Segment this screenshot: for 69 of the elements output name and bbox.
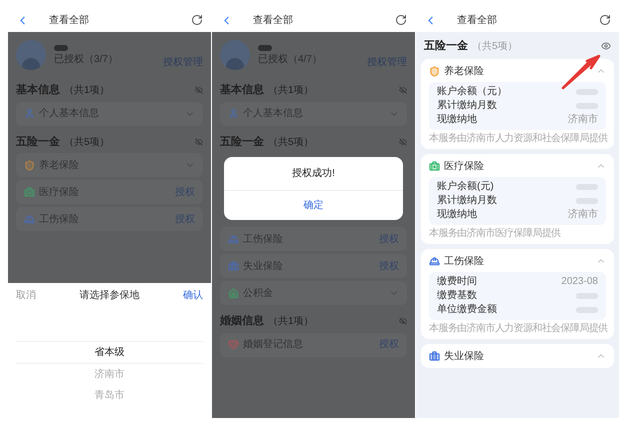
picker-option[interactable]: 省本级 <box>16 341 203 364</box>
eye-icon[interactable] <box>601 41 611 52</box>
redacted-name <box>54 45 68 51</box>
picker-option[interactable]: 济南市 <box>16 364 203 385</box>
helmet-icon <box>429 256 440 266</box>
briefcase-icon <box>228 260 239 272</box>
avatar <box>16 40 46 70</box>
field-label: 缴费基数 <box>437 288 477 303</box>
section-title: 基本信息 <box>220 82 264 98</box>
picker-option[interactable]: 青岛市 <box>16 385 203 406</box>
field-value: 2023-08 <box>561 275 598 289</box>
field-label: 现缴纳地 <box>437 208 477 222</box>
service-note: 本服务由济南市人力资源和社会保障局提供 <box>429 322 606 334</box>
service-note: 本服务由济南市医疗保障局提供 <box>429 228 562 240</box>
refresh-icon[interactable] <box>395 14 407 26</box>
person-icon <box>228 108 239 119</box>
shield-icon <box>24 160 35 170</box>
page-title: 查看全部 <box>253 14 293 28</box>
briefcase-icon <box>429 350 440 362</box>
hidden-eye-icon[interactable] <box>195 138 203 146</box>
section-title: 五险一金 <box>424 38 468 54</box>
field-label: 累计缴纳月数 <box>437 98 497 113</box>
card-title: 失业保险 <box>444 350 484 364</box>
field-label: 账户余额（元） <box>437 84 507 99</box>
field-value: 济南市 <box>568 112 598 127</box>
refresh-icon[interactable] <box>599 14 611 26</box>
confirm-button[interactable]: 确定 <box>224 191 403 220</box>
section-count: （共1项） <box>268 314 314 329</box>
section-title: 婚姻信息 <box>220 314 264 329</box>
cancel-button[interactable]: 取消 <box>16 288 36 302</box>
person-icon <box>24 108 35 119</box>
sheet-title: 请选择参保地 <box>80 288 140 302</box>
section-count: （共5项） <box>472 40 518 54</box>
section-title: 五险一金 <box>16 134 60 150</box>
helmet-icon <box>228 234 239 244</box>
medical-kit-icon <box>24 186 35 198</box>
hidden-eye-icon[interactable] <box>195 86 203 94</box>
page-title: 查看全部 <box>49 14 89 28</box>
field-value: 济南市 <box>568 208 598 222</box>
dialog-message: 授权成功! <box>292 166 335 181</box>
avatar <box>220 40 250 70</box>
helmet-icon <box>24 214 35 224</box>
card-title: 工伤保险 <box>444 254 484 268</box>
service-note: 本服务由济南市人力资源和社会保障局提供 <box>429 132 606 144</box>
section-count: （共5项） <box>64 136 110 150</box>
section-count: （共5项） <box>268 136 314 150</box>
card-title: 医疗保险 <box>444 160 484 174</box>
field-label: 现缴纳地 <box>437 112 477 127</box>
hidden-eye-icon[interactable] <box>399 317 407 326</box>
arrow-annotation <box>561 52 603 90</box>
section-title: 基本信息 <box>16 82 60 98</box>
section-count: （共1项） <box>268 84 314 98</box>
section-count: （共1项） <box>64 84 110 98</box>
page-title: 查看全部 <box>457 14 497 28</box>
section-title: 五险一金 <box>220 134 264 150</box>
card-title: 养老保险 <box>444 64 484 78</box>
field-label: 单位缴费金额 <box>437 302 497 317</box>
house-icon <box>228 288 239 298</box>
medical-kit-icon <box>429 160 440 172</box>
hidden-eye-icon[interactable] <box>399 138 407 146</box>
shield-icon <box>429 66 440 76</box>
refresh-icon[interactable] <box>191 14 203 26</box>
heart-icon <box>228 339 239 350</box>
confirm-button[interactable]: 确认 <box>183 288 203 302</box>
field-label: 缴费时间 <box>437 274 477 289</box>
field-label: 累计缴纳月数 <box>437 194 497 208</box>
field-label: 账户余额(元) <box>437 180 494 194</box>
hidden-eye-icon[interactable] <box>399 86 407 94</box>
redacted-name <box>258 45 272 51</box>
